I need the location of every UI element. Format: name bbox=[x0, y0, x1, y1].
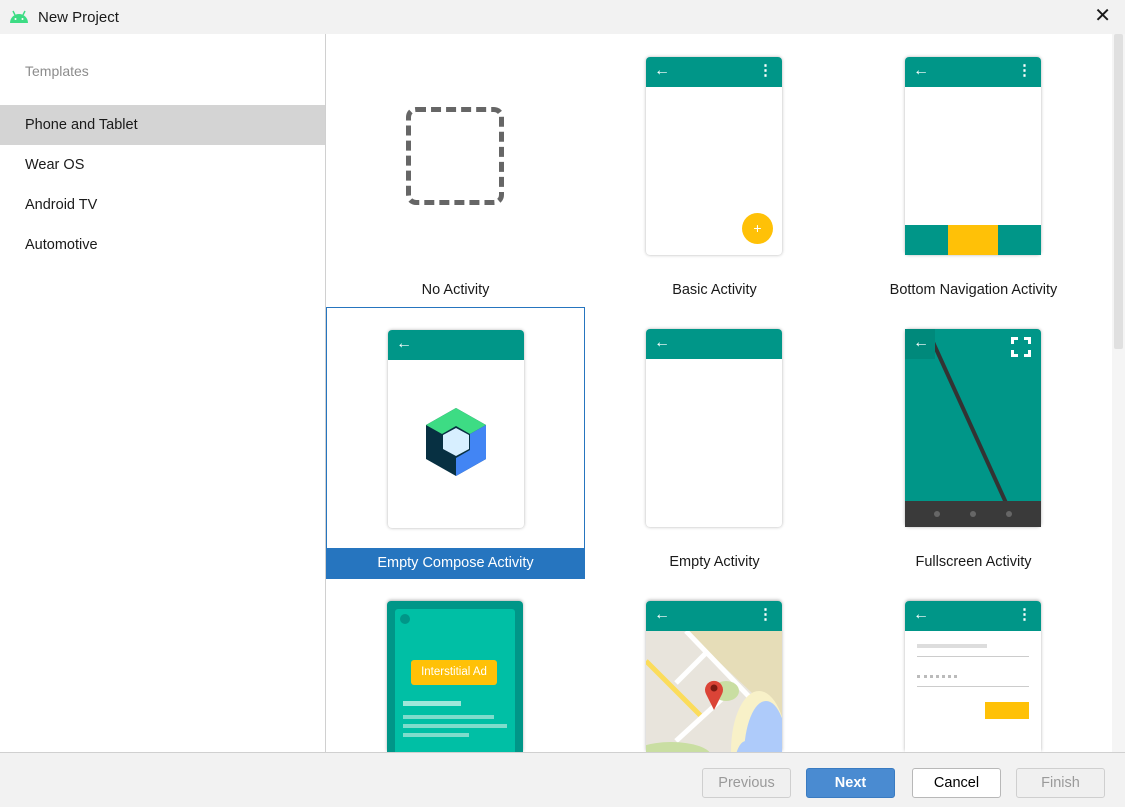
window-title: New Project bbox=[38, 8, 119, 26]
android-logo-icon bbox=[10, 10, 28, 23]
dialog-footer: Previous Next Cancel Finish bbox=[0, 752, 1125, 807]
bottom-nav-bar bbox=[905, 225, 1041, 255]
close-icon[interactable]: ✕ bbox=[1094, 6, 1111, 26]
login-button-illustration bbox=[985, 702, 1029, 719]
template-bottom-navigation-activity[interactable]: ← ⋮ Bottom Navigation Activity bbox=[844, 35, 1103, 307]
template-preview: Interstitial Ad bbox=[387, 601, 523, 752]
sidebar-item-wear-os[interactable]: Wear OS bbox=[0, 145, 325, 185]
back-arrow-icon: ← bbox=[654, 62, 670, 79]
template-label: No Activity bbox=[421, 282, 490, 298]
template-basic-activity[interactable]: ← ⋮ + Basic Activity bbox=[585, 35, 844, 307]
template-grid: No Activity ← ⋮ + Basic Activity ← ⋮ Botto… bbox=[326, 34, 1112, 752]
cancel-button[interactable]: Cancel bbox=[912, 768, 1001, 798]
template-login-activity[interactable]: ← ⋮ bbox=[844, 579, 1103, 752]
interstitial-ad-badge: Interstitial Ad bbox=[411, 660, 497, 685]
sidebar: Templates Phone and Tablet Wear OS Andro… bbox=[0, 34, 326, 752]
template-no-activity[interactable]: No Activity bbox=[326, 35, 585, 307]
title-bar: New Project ✕ bbox=[0, 0, 1125, 34]
template-label: Empty Activity bbox=[669, 554, 760, 570]
template-google-maps-activity[interactable]: ← ⋮ bbox=[585, 579, 844, 752]
template-interstitial-ad[interactable]: Interstitial Ad bbox=[326, 579, 585, 752]
more-icon: ⋮ bbox=[758, 62, 773, 79]
template-empty-activity[interactable]: ← Empty Activity bbox=[585, 307, 844, 579]
finish-button[interactable]: Finish bbox=[1016, 768, 1105, 798]
template-label: Basic Activity bbox=[672, 282, 757, 298]
next-button[interactable]: Next bbox=[806, 768, 895, 798]
sidebar-item-phone-and-tablet[interactable]: Phone and Tablet bbox=[0, 105, 325, 145]
back-arrow-icon: ← bbox=[913, 606, 929, 623]
template-preview: ← ⋮ bbox=[905, 57, 1041, 255]
template-preview: ← ⋮ bbox=[905, 601, 1041, 752]
template-preview: ← ⋮ + bbox=[646, 57, 782, 255]
vertical-scrollbar[interactable] bbox=[1112, 34, 1125, 752]
back-arrow-icon: ← bbox=[654, 334, 670, 351]
sidebar-item-automotive[interactable]: Automotive bbox=[0, 225, 325, 265]
map-pin-icon bbox=[705, 680, 723, 710]
more-icon: ⋮ bbox=[758, 606, 773, 623]
previous-button[interactable]: Previous bbox=[702, 768, 791, 798]
template-label: Empty Compose Activity bbox=[327, 548, 584, 578]
back-arrow-icon: ← bbox=[913, 62, 929, 79]
back-arrow-icon: ← bbox=[654, 606, 670, 623]
template-preview: ← ⋮ bbox=[646, 601, 782, 752]
template-label: Fullscreen Activity bbox=[915, 554, 1032, 570]
template-preview: ← bbox=[646, 329, 782, 527]
fullscreen-illustration bbox=[905, 329, 1041, 527]
template-fullscreen-activity[interactable]: ← Fullscreen Activity bbox=[844, 307, 1103, 579]
jetpack-compose-logo-icon bbox=[426, 408, 486, 476]
back-arrow-icon: ← bbox=[396, 335, 412, 352]
dashed-square-icon bbox=[406, 107, 504, 205]
more-icon: ⋮ bbox=[1017, 606, 1032, 623]
sidebar-item-android-tv[interactable]: Android TV bbox=[0, 185, 325, 225]
template-preview: ← bbox=[388, 330, 524, 528]
fab-icon: + bbox=[742, 213, 773, 244]
template-preview: ← bbox=[905, 329, 1041, 527]
template-empty-compose-activity[interactable]: ← Empty Compose Activity bbox=[326, 307, 585, 579]
template-label: Bottom Navigation Activity bbox=[889, 282, 1058, 298]
sidebar-heading: Templates bbox=[25, 63, 89, 79]
more-icon: ⋮ bbox=[1017, 62, 1032, 79]
scrollbar-thumb[interactable] bbox=[1114, 34, 1123, 349]
back-arrow-icon: ← bbox=[913, 334, 929, 351]
